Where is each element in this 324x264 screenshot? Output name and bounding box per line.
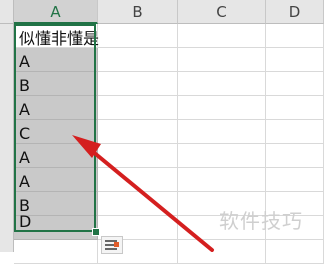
annotation-arrow (72, 135, 214, 252)
spreadsheet: A B C D 似懂非懂是 A B A C A A B D 软件技巧 (0, 0, 324, 264)
